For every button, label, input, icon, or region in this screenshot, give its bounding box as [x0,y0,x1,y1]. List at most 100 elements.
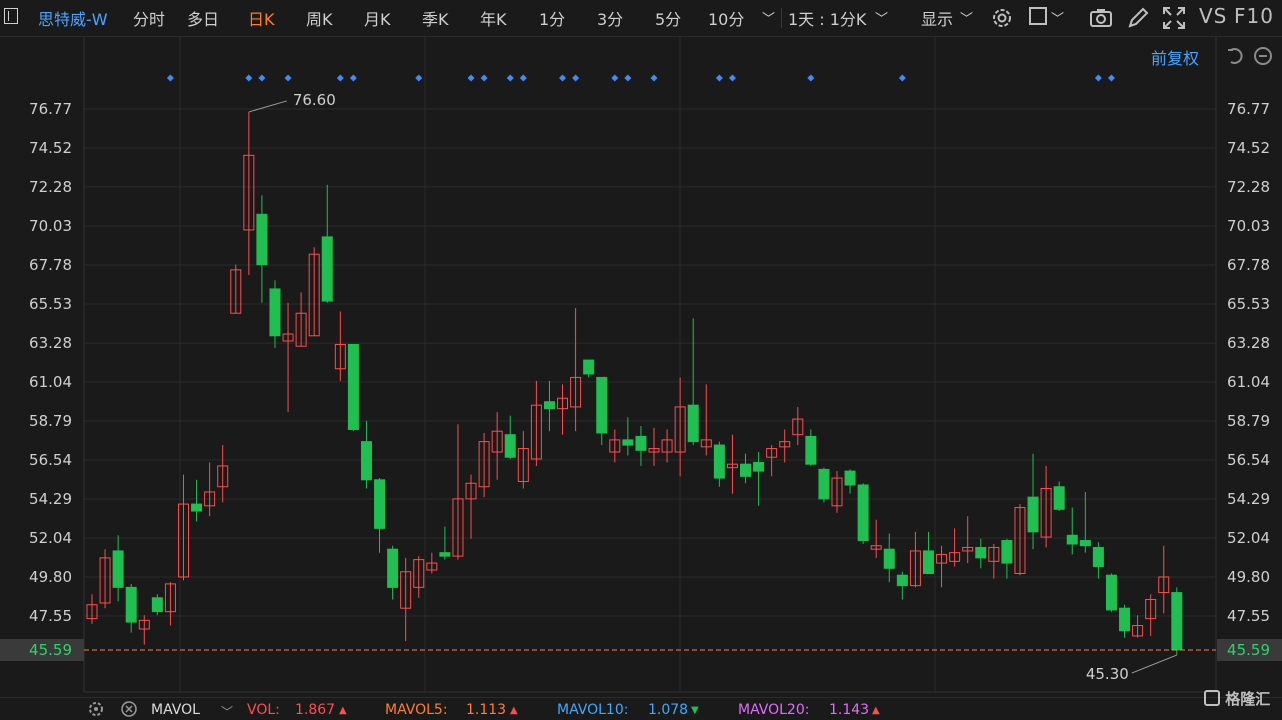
candle-down[interactable] [191,503,203,512]
event-marker[interactable] [559,74,567,82]
event-marker[interactable] [245,74,253,82]
event-marker[interactable] [650,74,658,82]
f10-button[interactable]: F10 [1234,4,1274,28]
tab-quarterly-k[interactable]: 季K [422,6,449,30]
candle-down[interactable] [883,548,895,569]
tab-daily-k[interactable]: 日K [248,6,275,30]
y-tick-label-left: 56.54 [29,451,72,469]
candle-down[interactable] [125,586,137,623]
candle-down[interactable] [1105,574,1117,611]
candlestick-chart[interactable]: 76.77 76.77 74.52 74.52 72.28 72.28 70.03 70.03… [0,37,1282,697]
event-marker[interactable] [166,74,174,82]
candle-down[interactable] [347,343,359,430]
pencil-draw-icon[interactable] [1125,5,1151,31]
event-marker[interactable] [349,74,357,82]
candle-down[interactable] [360,441,372,481]
candle-down[interactable] [321,236,333,302]
event-marker[interactable] [1094,74,1102,82]
candle-down[interactable] [374,479,386,529]
event-marker[interactable] [506,74,514,82]
candle-down[interactable] [687,404,699,443]
y-tick-label-left: 72.28 [29,178,72,196]
tab-1min[interactable]: 1分 [539,6,565,30]
candle-down[interactable] [622,439,634,446]
event-marker[interactable] [807,74,815,82]
candle-down[interactable] [1079,540,1091,547]
y-tick-label-left: 70.03 [29,217,72,235]
settings-gear-icon[interactable] [989,5,1015,31]
candle-down[interactable] [635,435,647,451]
period-select-chevron-icon[interactable]: ﹀ [875,8,888,27]
tab-3min[interactable]: 3分 [597,6,623,30]
tab-5min[interactable]: 5分 [655,6,681,30]
candle-down[interactable] [543,401,555,410]
event-marker[interactable] [624,74,632,82]
event-marker[interactable] [728,74,736,82]
event-marker[interactable] [467,74,475,82]
tab-yearly-k[interactable]: 年K [480,6,507,30]
y-tick-label-left: 76.77 [29,100,72,118]
fullscreen-icon[interactable] [1161,5,1187,31]
candle-down[interactable] [857,484,869,542]
candle-down[interactable] [504,434,516,458]
candle-down[interactable] [1066,534,1078,545]
stock-name[interactable]: 思特威-W [38,6,108,30]
event-marker[interactable] [258,74,266,82]
candle-down[interactable] [1171,592,1183,651]
candle-down[interactable] [844,470,856,486]
candle-down[interactable] [387,548,399,588]
candle-down[interactable] [439,552,451,557]
candle-down[interactable] [975,546,987,559]
candle-down[interactable] [1001,540,1013,564]
tab-intraday[interactable]: 分时 [133,6,165,30]
indicator-name[interactable]: MAVOL [151,702,200,718]
candle-down[interactable] [112,550,124,588]
y-tick-label-left: 61.04 [29,373,72,391]
color-square-icon[interactable] [1029,7,1047,25]
sidebar-toggle-icon[interactable] [4,8,18,24]
event-marker[interactable] [415,74,423,82]
y-tick-label-right: 65.53 [1227,295,1270,313]
candle-down[interactable] [1119,607,1131,632]
tab-monthly-k[interactable]: 月K [364,6,391,30]
candle-down[interactable] [1092,546,1104,568]
current-price-label-right: 45.59 [1227,641,1270,659]
candle-down[interactable] [583,359,595,375]
candle-down[interactable] [896,574,908,587]
candle-down[interactable] [753,461,765,472]
tab-multi-day[interactable]: 多日 [187,6,219,30]
indicator-chevron-icon[interactable]: ﹀ [221,703,233,720]
more-periods-chevron-icon[interactable]: ﹀ [762,8,775,27]
camera-icon[interactable] [1088,5,1114,31]
candle-down[interactable] [596,376,608,434]
event-marker[interactable] [336,74,344,82]
event-marker[interactable] [715,74,723,82]
candle-down[interactable] [151,597,163,613]
indicator-close-icon[interactable] [120,700,138,718]
event-marker[interactable] [898,74,906,82]
candle-down[interactable] [269,288,281,337]
candle-down[interactable] [713,444,725,479]
display-menu[interactable]: 显示 [921,6,953,30]
event-marker[interactable] [572,74,580,82]
vol-value: 1.867 [295,702,336,718]
tab-10min[interactable]: 10分 [708,6,744,30]
period-select[interactable]: 1天 : 1分K [788,6,866,30]
candle-down[interactable] [1027,496,1039,533]
candle-down[interactable] [922,550,934,574]
event-marker[interactable] [480,74,488,82]
vs-compare-button[interactable]: VS [1199,4,1227,28]
event-marker[interactable] [284,74,292,82]
event-marker[interactable] [1107,74,1115,82]
candle-down[interactable] [256,213,268,266]
event-marker[interactable] [519,74,527,82]
event-marker[interactable] [611,74,619,82]
color-chevron-icon[interactable]: ﹀ [1051,8,1064,27]
candle-down[interactable] [740,463,751,477]
display-menu-chevron-icon[interactable]: ﹀ [960,8,973,27]
candle-down[interactable] [818,468,830,500]
indicator-settings-icon[interactable] [87,700,105,718]
tab-weekly-k[interactable]: 周K [306,6,333,30]
candle-down[interactable] [805,435,817,465]
candle-down[interactable] [1053,486,1065,510]
